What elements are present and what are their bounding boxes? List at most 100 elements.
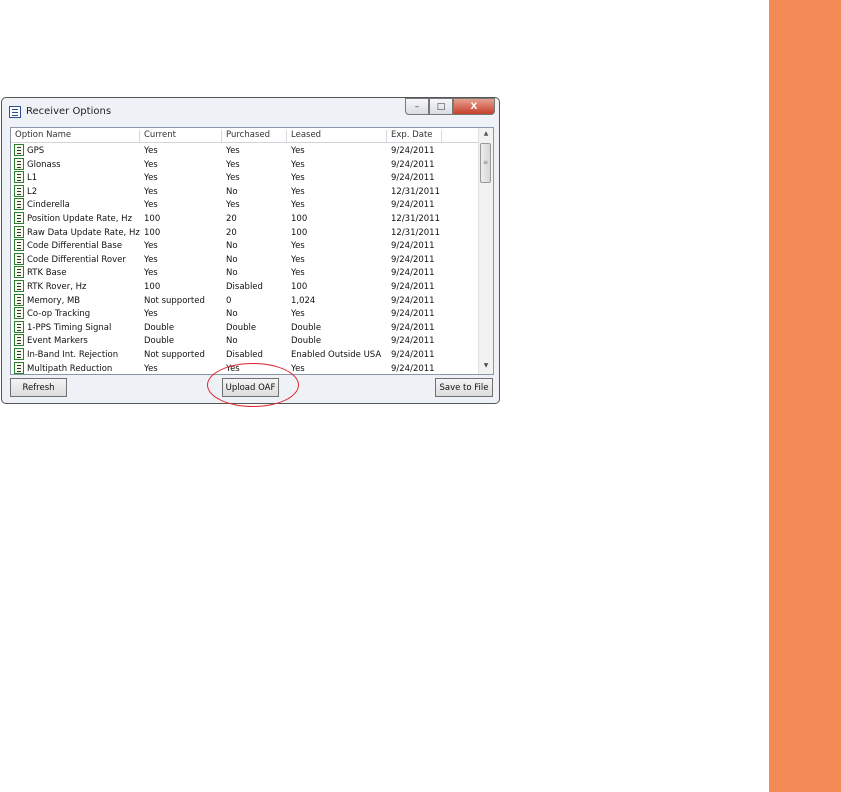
table-cell: No bbox=[226, 268, 238, 279]
table-cell: 9/24/2011 bbox=[391, 268, 435, 279]
table-cell: Yes bbox=[144, 173, 158, 184]
table-cell: 100 bbox=[291, 214, 308, 224]
table-cell: 9/24/2011 bbox=[391, 173, 435, 184]
option-icon bbox=[14, 307, 24, 320]
table-cell: L2 bbox=[27, 186, 38, 197]
table-cell: Yes bbox=[291, 268, 305, 279]
table-cell: No bbox=[226, 241, 238, 252]
table-row[interactable]: RTK Rover, Hz 100 Disabled 100 9/24/2011 bbox=[11, 280, 479, 294]
table-row[interactable]: Cinderella Yes Yes Yes 9/24/2011 bbox=[11, 198, 479, 212]
option-icon bbox=[14, 280, 24, 292]
maximize-button[interactable]: □ bbox=[429, 98, 453, 115]
table-cell: 12/31/2011 bbox=[391, 227, 440, 238]
table-cell: In-Band Int. Rejection bbox=[27, 350, 119, 360]
table-cell: 100 bbox=[291, 282, 308, 292]
table-cell: 20 bbox=[226, 214, 237, 224]
column-header[interactable]: Option Name bbox=[11, 130, 140, 143]
column-header[interactable]: Leased bbox=[287, 130, 387, 143]
table-row[interactable]: Glonass Yes Yes Yes 9/24/2011 bbox=[11, 157, 479, 172]
upload-oaf-button[interactable]: Upload OAF bbox=[222, 378, 279, 397]
table-cell: 9/24/2011 bbox=[391, 350, 435, 360]
column-header[interactable]: Exp. Date bbox=[387, 130, 442, 143]
option-icon bbox=[14, 184, 24, 197]
table-cell: Yes bbox=[226, 146, 240, 156]
table-cell: Code Differential Base bbox=[27, 241, 123, 252]
minimize-button[interactable]: – bbox=[405, 98, 429, 115]
table-cell: 9/24/2011 bbox=[391, 336, 435, 347]
table-cell: 12/31/2011 bbox=[391, 214, 440, 224]
table-cell: Double bbox=[291, 322, 322, 333]
table-cell: Memory, MB bbox=[27, 295, 81, 306]
scrollbar-thumb[interactable]: ≡ bbox=[480, 143, 491, 183]
table-row[interactable]: L1 Yes Yes Yes 9/24/2011 bbox=[11, 171, 479, 185]
column-header[interactable]: Purchased bbox=[222, 130, 287, 143]
table-cell: Yes bbox=[291, 146, 305, 156]
table-cell: Code Differential Rover bbox=[27, 254, 126, 265]
close-button[interactable]: X bbox=[453, 98, 495, 115]
option-icon bbox=[14, 225, 24, 238]
table-cell: 9/24/2011 bbox=[391, 309, 435, 320]
option-icon bbox=[14, 157, 24, 170]
list-header: Option Name Current Purchased Leased Exp. Da… bbox=[11, 128, 479, 143]
table-cell: Yes bbox=[291, 173, 305, 184]
option-icon bbox=[14, 348, 24, 360]
option-icon bbox=[14, 293, 24, 306]
table-cell: Yes bbox=[291, 200, 305, 211]
table-cell: Yes bbox=[144, 241, 158, 252]
vertical-scrollbar[interactable]: ▲ ≡ ▼ bbox=[478, 128, 493, 374]
option-icon bbox=[14, 239, 24, 252]
option-icon bbox=[14, 144, 24, 156]
table-cell: 100 bbox=[291, 227, 308, 238]
table-row[interactable]: Co-op Tracking Yes No Yes 9/24/2011 bbox=[11, 307, 479, 321]
refresh-button[interactable]: Refresh bbox=[10, 378, 67, 397]
table-row[interactable]: Code Differential Rover Yes No Yes 9/24/2011 bbox=[11, 252, 479, 267]
table-cell: Yes bbox=[144, 363, 158, 374]
table-cell: 9/24/2011 bbox=[391, 146, 435, 156]
table-row[interactable]: Code Differential Base Yes No Yes 9/24/2011 bbox=[11, 239, 479, 253]
table-cell: 9/24/2011 bbox=[391, 159, 435, 170]
table-row[interactable]: Multipath Reduction Yes Yes Yes 9/24/2011 bbox=[11, 361, 479, 374]
table-cell: 100 bbox=[144, 282, 161, 292]
table-cell: 9/24/2011 bbox=[391, 200, 435, 211]
receiver-options-window: Receiver Options – □ X Option Name Curren… bbox=[1, 97, 500, 404]
scroll-down-arrow-icon[interactable]: ▼ bbox=[479, 362, 493, 374]
title-bar[interactable]: Receiver Options – □ X bbox=[2, 98, 499, 126]
table-row[interactable]: Event Markers Double No Double 9/24/2011 bbox=[11, 334, 479, 348]
table-cell: 20 bbox=[226, 227, 237, 238]
table-row[interactable]: GPS Yes Yes Yes 9/24/2011 bbox=[11, 144, 479, 158]
table-cell: Co-op Tracking bbox=[27, 309, 91, 320]
table-cell: Event Markers bbox=[27, 336, 88, 347]
table-cell: Glonass bbox=[27, 159, 61, 170]
table-cell: Yes bbox=[226, 173, 240, 184]
table-cell: 0 bbox=[226, 295, 232, 306]
table-row[interactable]: 1-PPS Timing Signal Double Double Double 9/2… bbox=[11, 320, 479, 335]
save-to-file-button[interactable]: Save to File bbox=[435, 378, 493, 397]
table-cell: Yes bbox=[291, 241, 305, 252]
table-row[interactable]: RTK Base Yes No Yes 9/24/2011 bbox=[11, 266, 479, 280]
table-cell: Not supported bbox=[144, 350, 205, 360]
table-row[interactable]: Position Update Rate, Hz 100 20 100 12/31/20… bbox=[11, 212, 479, 226]
table-cell: Enabled Outside USA bbox=[291, 350, 382, 360]
scroll-up-arrow-icon[interactable]: ▲ bbox=[479, 130, 493, 142]
table-row[interactable]: L2 Yes No Yes 12/31/2011 bbox=[11, 184, 479, 199]
column-header[interactable]: Current bbox=[140, 130, 222, 143]
table-cell: 9/24/2011 bbox=[391, 282, 435, 292]
table-cell: Yes bbox=[144, 309, 158, 320]
table-cell: Yes bbox=[226, 363, 240, 374]
table-cell: Yes bbox=[226, 159, 240, 170]
table-cell: L1 bbox=[27, 173, 38, 184]
table-cell: Not supported bbox=[144, 295, 205, 306]
table-cell: 9/24/2011 bbox=[391, 254, 435, 265]
option-icon bbox=[14, 198, 24, 211]
table-cell: Yes bbox=[144, 200, 158, 211]
table-row[interactable]: In-Band Int. Rejection Not supported Disab… bbox=[11, 348, 479, 362]
table-cell: Yes bbox=[226, 200, 240, 211]
table-row[interactable]: Raw Data Update Rate, Hz 100 20 100 12/31/20… bbox=[11, 225, 479, 240]
table-cell: Yes bbox=[291, 254, 305, 265]
table-cell: Yes bbox=[144, 268, 158, 279]
table-cell: Yes bbox=[144, 146, 158, 156]
table-row[interactable]: Memory, MB Not supported 0 1,024 9/24/2011 bbox=[11, 293, 479, 308]
table-cell: Double bbox=[144, 322, 175, 333]
table-cell: Yes bbox=[291, 309, 305, 320]
window-title: Receiver Options bbox=[26, 106, 112, 117]
